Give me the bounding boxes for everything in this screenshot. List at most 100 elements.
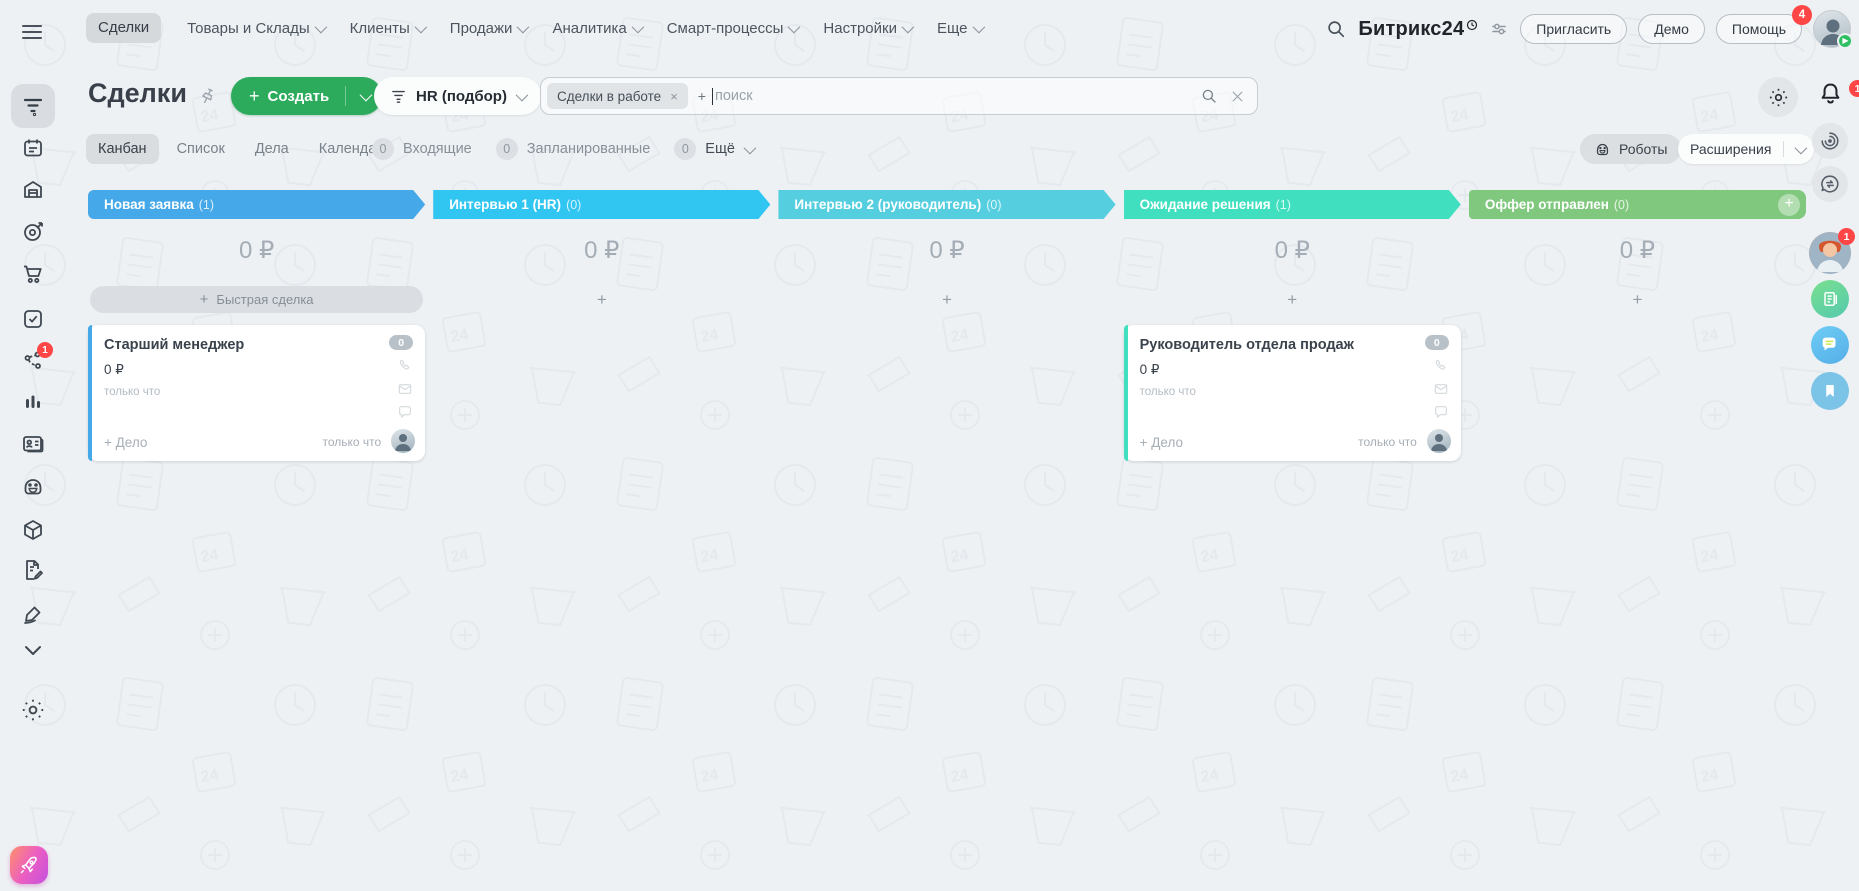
funnel-selector[interactable]: HR (подбор) xyxy=(374,77,541,115)
bell-icon xyxy=(1821,83,1840,104)
menu-burger-icon[interactable] xyxy=(22,21,42,43)
add-activity-link[interactable]: + Дело xyxy=(104,435,147,450)
nav-analytics[interactable]: Аналитика xyxy=(552,20,644,37)
quick-deal-button[interactable]: + Быстрая сделка xyxy=(90,286,424,313)
filter-chip[interactable]: Сделки в работе × xyxy=(547,83,688,109)
deal-amount: 0 ₽ xyxy=(104,362,124,377)
news-feed-button[interactable] xyxy=(1811,280,1849,318)
phone-icon[interactable] xyxy=(397,358,413,374)
nav-sales[interactable]: Продажи xyxy=(450,20,530,37)
copilot-button[interactable] xyxy=(1812,123,1848,159)
deal-age: только что xyxy=(104,386,161,398)
nav-smart-processes[interactable]: Смарт-процессы xyxy=(667,20,801,37)
bookmark-button[interactable] xyxy=(1811,372,1849,410)
tune-sliders-icon[interactable] xyxy=(1489,19,1509,39)
clear-search-icon[interactable] xyxy=(1230,89,1245,104)
stage-header[interactable]: Интервью 2 (руководитель) (0) xyxy=(778,190,1115,219)
main-navigation: Сделки Товары и Склады Клиенты Продажи А… xyxy=(86,13,985,43)
assistant-badge: 1 xyxy=(1838,228,1855,245)
nav-deals[interactable]: Сделки xyxy=(86,13,162,43)
deal-age: только что xyxy=(1139,386,1196,398)
rocket-upgrade-button[interactable] xyxy=(10,846,48,884)
stage-header[interactable]: Новая заявка (1) xyxy=(88,190,425,219)
tab-activities[interactable]: Дела xyxy=(243,134,301,164)
pin-icon[interactable] xyxy=(198,87,217,106)
plus-icon: + xyxy=(199,291,209,308)
bar-chart-icon[interactable] xyxy=(21,390,45,414)
tab-list[interactable]: Список xyxy=(165,134,237,164)
stage-header[interactable]: Оффер отправлен (0) + xyxy=(1468,190,1807,219)
user-avatar[interactable]: ▶ xyxy=(1813,10,1853,49)
add-deal-plus[interactable]: + xyxy=(1469,286,1806,313)
search-input[interactable] xyxy=(714,88,1200,104)
add-deal-plus[interactable]: + xyxy=(1124,286,1461,313)
plus-icon: + xyxy=(249,85,260,106)
contact-card-icon[interactable] xyxy=(21,432,45,456)
planner-icon[interactable] xyxy=(21,136,45,160)
chevron-down-icon xyxy=(787,20,801,33)
deal-title[interactable]: Руководитель отдела продаж xyxy=(1140,337,1354,353)
chevron-down-icon xyxy=(517,20,530,33)
topbar-right-cluster: Битрикс24 Пригласить Демо Помощь 4 ▶ xyxy=(1325,5,1853,49)
nav-clients[interactable]: Клиенты xyxy=(350,20,428,37)
add-deal-plus[interactable]: + xyxy=(778,286,1115,313)
bitrix24-logo: Битрикс24 xyxy=(1358,18,1478,41)
tab-kanban[interactable]: Канбан xyxy=(86,134,159,164)
clock-icon xyxy=(1467,19,1478,30)
network-badge: 1 xyxy=(37,342,53,358)
board-settings-button[interactable] xyxy=(1758,77,1798,117)
chevron-down-icon xyxy=(359,88,372,101)
phone-icon[interactable] xyxy=(1433,358,1449,374)
deal-updated-time: только что xyxy=(1358,435,1417,449)
mail-icon[interactable] xyxy=(1433,381,1449,397)
package-icon[interactable] xyxy=(21,518,45,542)
search-icon[interactable] xyxy=(1200,87,1218,105)
nav-products[interactable]: Товары и Склады xyxy=(187,20,327,37)
crm-funnel-icon[interactable] xyxy=(21,94,45,118)
notifications-button[interactable]: 1 xyxy=(1817,80,1859,107)
deal-card[interactable]: Руководитель отдела продаж 0 ₽ только чт… xyxy=(1123,325,1461,461)
chat-icon[interactable] xyxy=(397,404,413,420)
warehouse-icon[interactable] xyxy=(21,178,45,202)
copilot-spiral-icon xyxy=(1821,132,1839,150)
nav-settings[interactable]: Настройки xyxy=(823,20,915,37)
counter-incoming[interactable]: 0 Входящие xyxy=(372,138,472,160)
search-icon[interactable] xyxy=(1325,18,1347,40)
news-doc-icon xyxy=(1824,292,1837,306)
invite-button[interactable]: Пригласить xyxy=(1520,14,1628,44)
add-deal-plus[interactable]: + xyxy=(433,286,770,313)
robot-icon[interactable] xyxy=(21,475,45,499)
help-button[interactable]: Помощь xyxy=(1715,14,1802,44)
deal-search-bar[interactable]: Сделки в работе × + xyxy=(540,77,1258,115)
settings-gear-icon[interactable] xyxy=(21,698,45,722)
counter-more[interactable]: 0 Ещё xyxy=(674,138,757,160)
create-deal-button[interactable]: + Создать xyxy=(231,77,383,115)
messenger-button[interactable] xyxy=(1811,326,1849,364)
tasks-icon[interactable] xyxy=(21,307,45,331)
chevron-down-icon[interactable] xyxy=(21,644,45,658)
stage-header[interactable]: Интервью 1 (HR) (0) xyxy=(433,190,770,219)
chip-close-icon[interactable]: × xyxy=(670,89,678,104)
cart-icon[interactable] xyxy=(21,262,45,286)
add-activity-link[interactable]: + Дело xyxy=(1140,435,1183,450)
chat-icon[interactable] xyxy=(1433,404,1449,420)
extensions-button[interactable]: Расширения xyxy=(1678,134,1815,164)
deal-amount: 0 ₽ xyxy=(1139,362,1160,377)
network-share-item[interactable]: 1 xyxy=(21,342,53,373)
assistant-avatar[interactable]: 1 xyxy=(1809,228,1855,274)
robots-button[interactable]: Роботы xyxy=(1580,134,1682,164)
assignee-avatar[interactable] xyxy=(1426,429,1451,453)
chat-sync-button[interactable] xyxy=(1812,166,1848,202)
deal-title[interactable]: Старший менеджер xyxy=(104,337,244,353)
document-edit-icon[interactable] xyxy=(21,558,45,582)
counter-planned[interactable]: 0 Запланированные xyxy=(495,138,650,160)
stage-header[interactable]: Ожидание решения (1) xyxy=(1124,190,1461,219)
deal-card[interactable]: Старший менеджер 0 ₽ только что 0 + Дело… xyxy=(88,325,426,461)
mail-icon[interactable] xyxy=(397,381,413,397)
add-stage-button[interactable]: + xyxy=(1778,193,1801,216)
nav-more[interactable]: Еще xyxy=(937,20,985,37)
marketing-target-icon[interactable] xyxy=(21,220,45,244)
sign-pen-icon[interactable] xyxy=(21,602,45,626)
assignee-avatar[interactable] xyxy=(391,429,416,453)
demo-button[interactable]: Демо xyxy=(1638,14,1705,44)
